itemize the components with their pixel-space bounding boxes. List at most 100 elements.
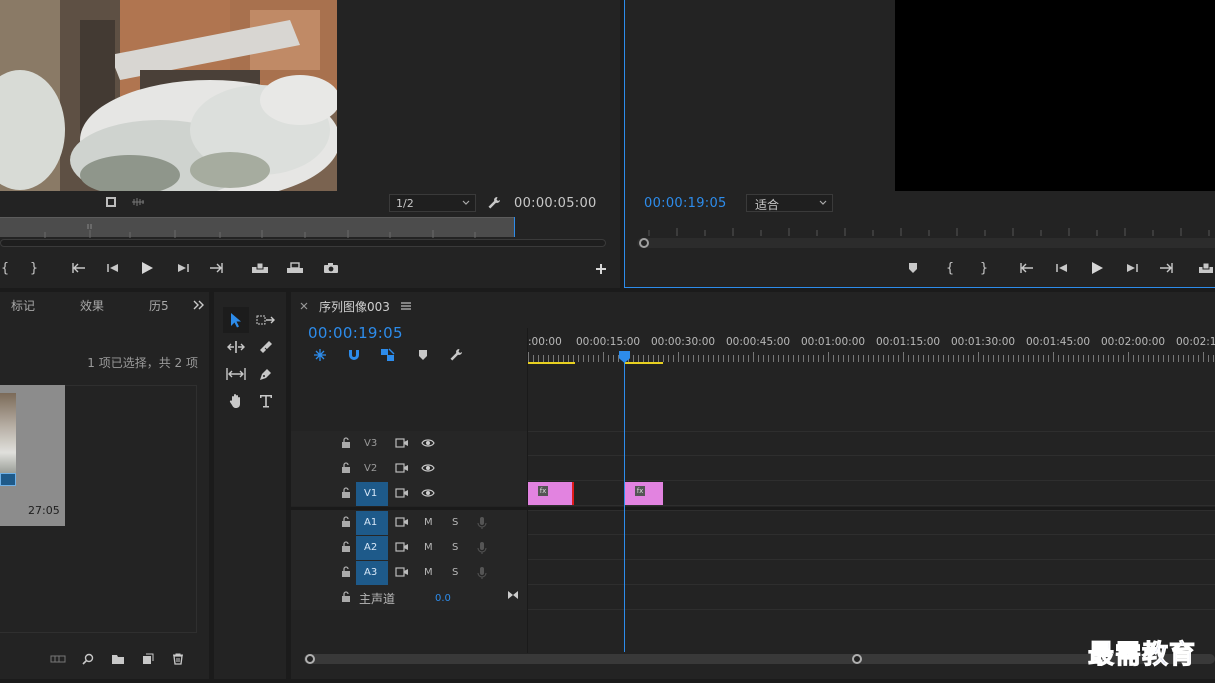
razor-tool-icon[interactable] [253,336,279,358]
lock-icon[interactable] [341,566,351,578]
add-marker-icon[interactable] [905,259,921,277]
hand-tool-icon[interactable] [223,390,249,412]
timeline-lanes[interactable]: fx fx [528,431,1215,651]
close-icon[interactable] [298,300,310,312]
step-forward-icon[interactable] [1124,259,1140,277]
eye-icon[interactable] [421,488,435,498]
program-time-ruler[interactable] [637,216,1215,236]
track-label[interactable]: A2 [364,542,377,553]
track-label[interactable]: V2 [364,463,377,474]
lock-icon[interactable] [341,462,351,474]
lane-v2[interactable] [528,456,1215,481]
timeline-settings-wrench-icon[interactable] [447,347,465,363]
go-to-out-icon[interactable] [207,259,225,277]
work-area-bar-left[interactable] [528,362,575,364]
program-fit-dropdown[interactable]: 适合 [746,194,833,212]
slip-tool-icon[interactable] [223,363,249,385]
add-button-icon[interactable] [592,260,610,278]
mute-button[interactable]: M [424,517,433,528]
lane-a2[interactable] [528,535,1215,560]
bow-tie-icon[interactable] [507,590,519,600]
linked-selection-icon[interactable] [379,347,397,363]
mark-in-icon[interactable]: { [943,259,957,277]
sync-lock-icon[interactable] [395,463,409,473]
clip-thumbnail-card[interactable]: 27:05 [0,385,65,526]
new-item-icon[interactable] [139,651,157,667]
eye-icon[interactable] [421,438,435,448]
sync-lock-icon[interactable] [395,567,409,577]
sync-lock-icon[interactable] [395,542,409,552]
microphone-icon[interactable] [477,566,487,580]
step-back-icon[interactable] [105,259,121,277]
play-icon[interactable] [139,259,155,277]
solo-button[interactable]: S [452,567,458,578]
go-to-in-icon[interactable] [70,259,88,277]
lock-icon[interactable] [341,437,351,449]
mute-button[interactable]: M [424,567,433,578]
panel-overflow-icon[interactable] [192,298,206,312]
sync-lock-icon[interactable] [395,517,409,527]
nest-toggle-icon[interactable] [311,347,329,363]
microphone-icon[interactable] [477,541,487,555]
ripple-edit-tool-icon[interactable] [223,336,249,358]
lane-a3[interactable] [528,560,1215,585]
track-label[interactable]: V3 [364,438,377,449]
program-zoom-scrollbar[interactable] [637,238,1215,248]
go-to-out-icon[interactable] [1157,259,1175,277]
lane-a1[interactable] [528,510,1215,535]
sequence-tab-label[interactable]: 序列图像003 [319,298,390,315]
source-zoom-dropdown[interactable]: 1/2 [389,194,476,212]
trash-icon[interactable] [169,651,187,667]
add-marker-icon[interactable] [415,347,431,363]
clip[interactable]: fx [528,482,574,505]
drag-audio-icon[interactable] [130,196,146,208]
play-icon[interactable] [1089,259,1105,277]
lock-icon[interactable] [341,516,351,528]
snap-magnet-icon[interactable] [345,347,363,363]
mark-in-icon[interactable]: { [0,259,10,277]
timeline-playhead-line[interactable] [624,362,625,652]
master-volume-value[interactable]: 0.0 [435,593,451,604]
wrench-icon[interactable] [486,195,502,211]
eye-icon[interactable] [421,463,435,473]
sync-lock-icon[interactable] [395,488,409,498]
scroll-right-handle[interactable] [852,654,862,664]
new-bin-icon[interactable] [109,651,127,667]
camera-icon[interactable] [321,259,341,277]
track-select-tool-icon[interactable] [253,309,279,331]
scroll-left-handle[interactable] [305,654,315,664]
lock-icon[interactable] [341,591,351,603]
solo-button[interactable]: S [452,542,458,553]
solo-button[interactable]: S [452,517,458,528]
insert-icon[interactable] [250,259,270,277]
panel-menu-icon[interactable] [399,299,413,313]
go-to-in-icon[interactable] [1018,259,1036,277]
source-playhead[interactable] [514,217,515,237]
mark-out-icon[interactable]: } [27,259,41,277]
type-tool-icon[interactable] [253,390,279,412]
microphone-icon[interactable] [477,516,487,530]
work-area-bar-right[interactable] [625,362,663,364]
source-zoom-scrollbar[interactable] [0,239,606,247]
track-label[interactable]: A3 [364,567,377,578]
overwrite-icon[interactable] [285,259,305,277]
pen-tool-icon[interactable] [253,363,279,385]
tab-markers[interactable]: 标记 [11,297,35,314]
clip[interactable]: fx [625,482,663,505]
freeform-view-icon[interactable] [49,651,67,667]
selection-tool-icon[interactable] [223,307,249,333]
lock-icon[interactable] [341,541,351,553]
tab-history[interactable]: 历5 [149,297,169,314]
timeline-ruler[interactable]: :00:00 00:00:15:00 00:00:30:00 00:00:45:… [528,328,1215,368]
lane-master[interactable] [528,585,1215,610]
lift-icon[interactable] [1197,259,1215,277]
track-label[interactable]: A1 [364,517,377,528]
lane-v3[interactable] [528,431,1215,456]
search-icon[interactable] [80,651,96,667]
tab-effects[interactable]: 效果 [80,297,104,314]
step-back-icon[interactable] [1054,259,1070,277]
film-strip-icon[interactable] [104,195,118,209]
track-label[interactable]: V1 [364,488,377,499]
source-time-ruler[interactable] [0,217,515,238]
timeline-horizontal-scrollbar[interactable] [304,654,1215,664]
